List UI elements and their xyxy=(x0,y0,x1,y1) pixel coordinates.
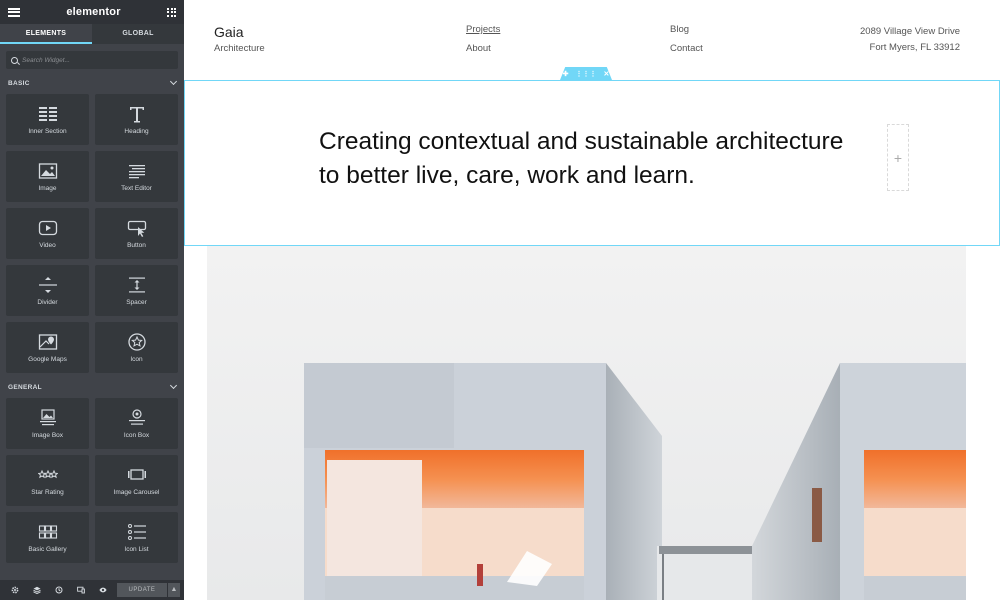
widget-label: Image Carousel xyxy=(113,488,160,496)
divider-icon xyxy=(38,276,57,293)
tab-elements[interactable]: ELEMENTS xyxy=(0,24,92,44)
search-box xyxy=(6,51,178,69)
site-brand-tagline: Architecture xyxy=(214,43,265,54)
search-widget-input[interactable] xyxy=(22,56,152,64)
heading-widget[interactable]: Creating contextual and sustainable arch… xyxy=(319,125,889,193)
button-icon xyxy=(127,220,146,237)
widget-icon[interactable]: Icon xyxy=(95,322,178,373)
widget-image[interactable]: Image xyxy=(6,151,89,202)
widget-video[interactable]: Video xyxy=(6,208,89,259)
layers-icon[interactable] xyxy=(26,586,48,594)
widget-label: Spacer xyxy=(126,298,147,306)
star-rating-icon xyxy=(37,469,58,478)
history-icon[interactable] xyxy=(48,586,70,594)
widget-basic-gallery[interactable]: Basic Gallery xyxy=(6,512,89,563)
heading-line-2: to better live, care, work and learn. xyxy=(319,162,695,189)
icon-list-icon xyxy=(127,523,146,540)
elementor-panel: elementor ELEMENTS GLOBAL BASIC Inner Se… xyxy=(0,0,184,600)
responsive-icon[interactable] xyxy=(70,586,92,594)
widget-button[interactable]: Button xyxy=(95,208,178,259)
star-circle-icon xyxy=(127,332,146,351)
basic-gallery-icon xyxy=(38,524,57,539)
category-general-label: GENERAL xyxy=(8,383,42,391)
section-handle: ✚ ⋮⋮⋮ ✕ xyxy=(560,67,612,80)
nav-link-blog[interactable]: Blog xyxy=(670,24,689,35)
category-basic-header[interactable]: BASIC xyxy=(0,75,184,91)
image-carousel-icon xyxy=(127,468,146,480)
category-general-header[interactable]: GENERAL xyxy=(0,379,184,395)
widget-label: Button xyxy=(127,241,146,249)
address-line-2: Fort Myers, FL 33912 xyxy=(869,42,960,53)
widget-label: Google Maps xyxy=(28,355,67,363)
address-line-1: 2089 Village View Drive xyxy=(860,26,960,37)
widget-google-maps[interactable]: Google Maps xyxy=(6,322,89,373)
widget-spacer[interactable]: Spacer xyxy=(95,265,178,316)
nav-link-about[interactable]: About xyxy=(466,43,491,54)
widget-label: Image xyxy=(38,184,57,192)
selected-section[interactable]: Creating contextual and sustainable arch… xyxy=(184,80,1000,246)
chevron-down-icon xyxy=(169,381,178,390)
heading-line-1: Creating contextual and sustainable arch… xyxy=(319,128,844,155)
search-icon xyxy=(11,56,18,64)
menu-icon[interactable] xyxy=(8,7,20,17)
basic-widgets-grid: Inner Section Heading Image Text Editor … xyxy=(0,91,184,379)
video-icon xyxy=(38,220,57,235)
widget-label: Image Box xyxy=(31,431,64,439)
nav-link-projects[interactable]: Projects xyxy=(466,24,500,35)
page-preview: Gaia Architecture Projects About Blog Co… xyxy=(184,0,1000,600)
architecture-photo xyxy=(207,246,966,600)
heading-icon xyxy=(129,106,144,122)
update-button[interactable]: UPDATE xyxy=(117,583,167,597)
category-basic-label: BASIC xyxy=(8,79,30,87)
widget-star-rating[interactable]: Star Rating xyxy=(6,455,89,506)
widget-label: Icon xyxy=(130,355,143,363)
text-editor-icon xyxy=(128,164,145,178)
widget-label: Inner Section xyxy=(28,127,67,135)
elementor-logo: elementor xyxy=(66,6,121,18)
section-drag-handle-icon[interactable]: ⋮⋮⋮ xyxy=(576,70,597,78)
widget-icon-box[interactable]: Icon Box xyxy=(95,398,178,449)
site-brand-name[interactable]: Gaia xyxy=(214,24,244,40)
inner-section-icon xyxy=(38,106,57,121)
widget-label: Icon List xyxy=(124,545,149,553)
widget-divider[interactable]: Divider xyxy=(6,265,89,316)
widget-label: Basic Gallery xyxy=(28,545,67,553)
building-image xyxy=(207,246,966,600)
widget-icon-list[interactable]: Icon List xyxy=(95,512,178,563)
settings-icon[interactable] xyxy=(4,586,26,594)
icon-box-icon xyxy=(128,408,145,425)
widget-label: Icon Box xyxy=(123,431,150,439)
update-options-arrow-icon[interactable]: ▲ xyxy=(168,583,180,597)
panel-header: elementor xyxy=(0,0,184,24)
widget-heading[interactable]: Heading xyxy=(95,94,178,145)
chevron-down-icon xyxy=(169,77,178,86)
google-maps-icon xyxy=(38,333,57,350)
image-icon xyxy=(38,162,57,179)
widget-inner-section[interactable]: Inner Section xyxy=(6,94,89,145)
panel-footer: UPDATE ▲ xyxy=(0,580,184,600)
widget-label: Star Rating xyxy=(31,488,64,496)
image-box-icon xyxy=(39,408,56,425)
add-column-plus-icon[interactable]: + xyxy=(887,124,909,191)
widget-label: Heading xyxy=(124,127,149,135)
preview-eye-icon[interactable] xyxy=(92,586,114,594)
widgets-grid-icon[interactable] xyxy=(167,7,176,17)
widget-label: Video xyxy=(39,241,56,249)
tab-global[interactable]: GLOBAL xyxy=(92,24,184,44)
panel-tabs: ELEMENTS GLOBAL xyxy=(0,24,184,44)
widget-label: Divider xyxy=(37,298,58,306)
nav-link-contact[interactable]: Contact xyxy=(670,43,703,54)
general-widgets-grid: Image Box Icon Box Star Rating Image Car… xyxy=(0,395,184,569)
spacer-icon xyxy=(128,277,145,292)
widget-image-box[interactable]: Image Box xyxy=(6,398,89,449)
widget-text-editor[interactable]: Text Editor xyxy=(95,151,178,202)
widget-image-carousel[interactable]: Image Carousel xyxy=(95,455,178,506)
widget-label: Text Editor xyxy=(121,184,152,192)
